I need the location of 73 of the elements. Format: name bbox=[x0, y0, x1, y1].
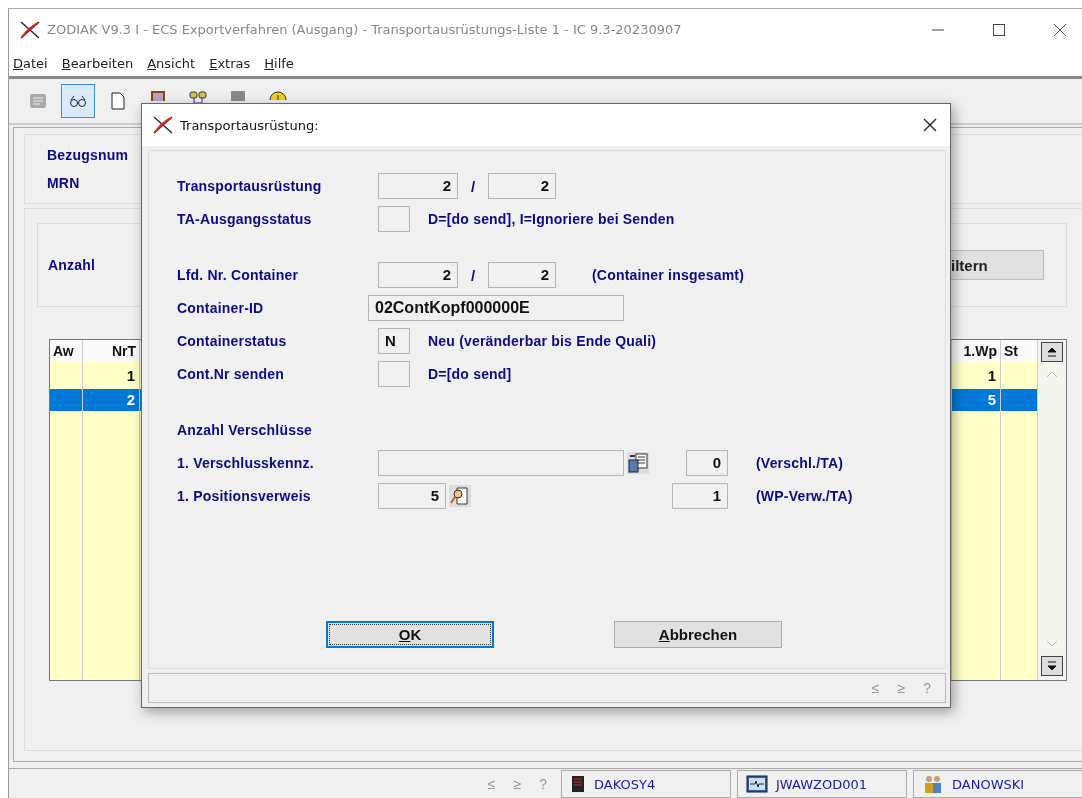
column-header: Aw bbox=[50, 340, 82, 362]
input-field[interactable] bbox=[378, 361, 410, 387]
users-icon bbox=[922, 774, 944, 794]
scroll-top-icon[interactable] bbox=[1041, 342, 1063, 362]
hint-text: (Container insgesamt) bbox=[592, 267, 744, 283]
status-label: DAKOSY4 bbox=[594, 776, 656, 792]
input-field[interactable]: 2 bbox=[378, 173, 458, 199]
menu-item[interactable]: Ansicht bbox=[147, 55, 196, 71]
input-field[interactable]: 02ContKopf000000E bbox=[368, 295, 624, 321]
maximize-icon[interactable] bbox=[992, 22, 1006, 37]
table-cell: 5 bbox=[952, 389, 1000, 411]
input-field[interactable]: N bbox=[378, 328, 410, 354]
separator-text: / bbox=[469, 266, 477, 284]
field-label: TA-Ausgangsstatus bbox=[177, 211, 313, 227]
input-field[interactable]: 2 bbox=[488, 262, 556, 288]
magnifier-document-icon[interactable] bbox=[448, 484, 472, 508]
row-highlight bbox=[1001, 389, 1037, 411]
page-icon bbox=[108, 91, 128, 111]
count-label: Anzahl bbox=[48, 257, 96, 273]
hint-text: D=[do send] bbox=[428, 366, 512, 382]
app-logo-icon bbox=[152, 114, 174, 136]
field-label: Container-ID bbox=[177, 300, 265, 316]
input-field[interactable]: 5 bbox=[378, 483, 446, 509]
field-label: Cont.Nr senden bbox=[177, 366, 286, 382]
table-cell-text: 1 bbox=[986, 366, 997, 386]
field-label: Containerstatus bbox=[177, 333, 288, 349]
field-label: 1. Positionsverweis bbox=[177, 488, 312, 504]
row-highlight bbox=[50, 389, 82, 411]
toolbar-button[interactable] bbox=[61, 84, 95, 118]
count-field[interactable]: 1 bbox=[672, 483, 728, 509]
close-icon[interactable] bbox=[1053, 22, 1067, 37]
table-cell-text: 1 bbox=[125, 366, 136, 386]
book-icon bbox=[151, 91, 165, 101]
field-label: 1. Verschlusskennz. bbox=[177, 455, 315, 471]
cabinet-icon[interactable] bbox=[626, 451, 650, 475]
dialog-button[interactable]: Abbrechen bbox=[614, 621, 782, 648]
menu-item[interactable]: Hilfe bbox=[264, 55, 294, 71]
field-label: MRN bbox=[47, 175, 80, 191]
count-field[interactable]: 0 bbox=[686, 450, 728, 476]
input-field[interactable]: 2 bbox=[488, 173, 556, 199]
section-heading: Anzahl Verschlüsse bbox=[177, 422, 313, 438]
menu-item[interactable]: Datei bbox=[13, 55, 48, 71]
status-label: DANOWSKI bbox=[952, 776, 1025, 792]
close-icon[interactable] bbox=[922, 117, 938, 133]
input-field[interactable] bbox=[378, 450, 624, 476]
block-icon bbox=[231, 91, 245, 101]
input-field[interactable]: 2 bbox=[378, 262, 458, 288]
column-header: 1.Wp bbox=[952, 340, 1000, 362]
links-icon bbox=[189, 91, 207, 104]
hint-text: (Verschl./TA) bbox=[756, 455, 844, 471]
column-header: NrT bbox=[83, 340, 139, 362]
hint-text: Neu (veränderbar bis Ende Quali) bbox=[428, 333, 657, 349]
table-cell: 2 bbox=[83, 389, 139, 411]
input-field[interactable] bbox=[378, 206, 410, 232]
app-logo-icon bbox=[19, 18, 41, 41]
field-label: Bezugsnum bbox=[47, 147, 129, 163]
form-icon bbox=[28, 91, 48, 111]
field-label: Lfd. Nr. Container bbox=[177, 267, 300, 283]
field-label: Transportausrüstung bbox=[177, 178, 323, 194]
status-label: JWAWZOD001 bbox=[776, 776, 867, 792]
menu-item[interactable]: Extras bbox=[209, 55, 251, 71]
window-title: ZODIAK V9.3 I - ECS Exportverfahren (Ausgang) - Transportausrüstungs-Liste 1 - IC 9.3-20230907 bbox=[47, 22, 682, 37]
scroll-bottom-icon[interactable] bbox=[1041, 656, 1063, 676]
clock-icon bbox=[269, 91, 287, 100]
dialog-title: Transportausrüstung: bbox=[180, 117, 319, 133]
monitor-icon bbox=[746, 775, 768, 793]
dialog-button[interactable]: OK bbox=[326, 621, 494, 648]
menu-item[interactable]: Bearbeiten bbox=[61, 55, 134, 71]
separator-text: / bbox=[469, 177, 477, 195]
hint-text: D=[do send], I=Ignoriere bei Senden bbox=[428, 211, 675, 227]
column-header: St bbox=[1001, 340, 1037, 362]
hint-text: (WP-Verw./TA) bbox=[756, 488, 853, 504]
server-icon bbox=[570, 775, 586, 793]
